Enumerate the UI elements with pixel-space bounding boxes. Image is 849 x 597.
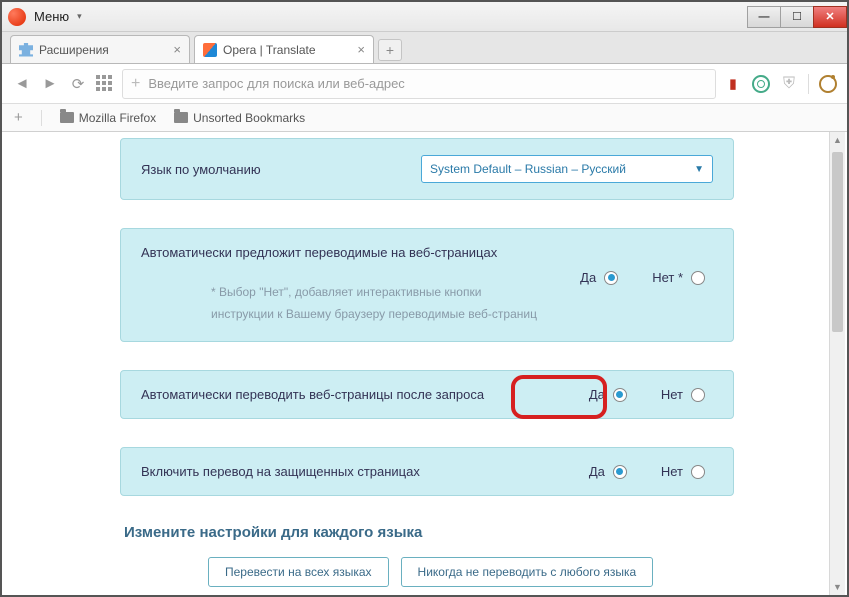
panel-secure-pages: Включить перевод на защищенных страницах…	[120, 447, 734, 496]
tab-label: Opera | Translate	[223, 43, 316, 57]
puzzle-icon	[19, 43, 33, 57]
radio-icon	[691, 271, 705, 285]
never-translate-button[interactable]: Никогда не переводить с любого языка	[401, 557, 654, 587]
chevron-down-icon: ▼	[694, 164, 704, 175]
add-bookmark-button[interactable]: +	[14, 109, 23, 126]
menu-label: Меню	[30, 9, 73, 24]
panel-auto-translate: Автоматически переводить веб-страницы по…	[120, 370, 734, 419]
toolbar-right-icons: ▮ ⛨	[724, 74, 837, 94]
close-button[interactable]	[813, 6, 847, 28]
globe-icon[interactable]	[752, 75, 770, 93]
radio-icon	[691, 465, 705, 479]
minimize-button[interactable]	[747, 6, 781, 28]
bookmarks-bar: + Mozilla Firefox Unsorted Bookmarks	[2, 104, 847, 132]
vertical-scrollbar[interactable]: ▲ ▼	[829, 132, 845, 595]
radio-label: Да	[580, 270, 596, 285]
page-content: Язык по умолчанию System Default – Russi…	[2, 132, 829, 595]
button-label: Никогда не переводить с любого языка	[418, 565, 637, 579]
secure-pages-label: Включить перевод на защищенных страницах	[141, 464, 420, 479]
opera-logo-icon	[8, 8, 26, 26]
translate-icon	[203, 43, 217, 57]
secure-pages-no[interactable]: Нет	[661, 464, 705, 479]
window-controls	[748, 6, 847, 28]
auto-suggest-note2: инструкции к Вашему браузеру переводимые…	[141, 304, 570, 326]
radio-label: Нет	[661, 387, 683, 402]
bookmark-icon[interactable]: ▮	[724, 75, 742, 93]
tab-extensions[interactable]: Расширения ×	[10, 35, 190, 63]
per-language-section-title: Измените настройки для каждого языка	[124, 524, 734, 541]
bookmark-folder-unsorted[interactable]: Unsorted Bookmarks	[174, 111, 305, 125]
radio-icon	[613, 465, 627, 479]
window-titlebar: Меню ▾	[2, 2, 847, 32]
auto-suggest-note1: * Выбор "Нет", добавляет интерактивные к…	[141, 282, 570, 304]
address-bar[interactable]: + Введите запрос для поиска или веб-адре…	[122, 69, 716, 99]
radio-icon	[691, 388, 705, 402]
panel-default-language: Язык по умолчанию System Default – Russi…	[120, 138, 734, 200]
translate-all-button[interactable]: Перевести на всех языках	[208, 557, 389, 587]
speed-dial-button[interactable]	[96, 75, 114, 93]
radio-label: Да	[589, 464, 605, 479]
address-placeholder: Введите запрос для поиска или веб-адрес	[148, 76, 404, 91]
auto-suggest-yes[interactable]: Да	[580, 270, 618, 285]
auto-suggest-label: Автоматически предложит переводимые на в…	[141, 245, 497, 260]
bookmark-label: Mozilla Firefox	[79, 111, 156, 125]
radio-icon	[613, 388, 627, 402]
auto-translate-label: Автоматически переводить веб-страницы по…	[141, 387, 484, 402]
scroll-up-icon[interactable]: ▲	[830, 132, 845, 148]
divider	[808, 74, 809, 94]
tab-translate[interactable]: Opera | Translate ×	[194, 35, 374, 63]
highlight-annotation	[511, 375, 607, 419]
auto-suggest-no[interactable]: Нет *	[652, 270, 705, 285]
tab-label: Расширения	[39, 43, 109, 57]
scroll-thumb[interactable]	[832, 152, 843, 332]
shield-icon[interactable]: ⛨	[780, 75, 798, 93]
toolbar: ◄ ► ⟳ + Введите запрос для поиска или ве…	[2, 64, 847, 104]
dropdown-value: System Default – Russian – Русский	[430, 162, 626, 176]
auto-translate-no[interactable]: Нет	[661, 387, 705, 402]
new-tab-button[interactable]: +	[378, 39, 402, 61]
button-label: Перевести на всех языках	[225, 565, 372, 579]
panel-auto-suggest: Автоматически предложит переводимые на в…	[120, 228, 734, 342]
default-language-dropdown[interactable]: System Default – Russian – Русский ▼	[421, 155, 713, 183]
folder-icon	[174, 112, 188, 123]
tab-bar: Расширения × Opera | Translate × +	[2, 32, 847, 64]
close-icon[interactable]: ×	[173, 42, 181, 57]
plus-icon: +	[131, 75, 140, 93]
profile-icon[interactable]	[819, 75, 837, 93]
scroll-down-icon[interactable]: ▼	[830, 579, 845, 595]
divider	[41, 110, 42, 126]
maximize-button[interactable]	[780, 6, 814, 28]
default-language-label: Язык по умолчанию	[141, 162, 261, 177]
menu-button[interactable]: Меню ▾	[8, 8, 82, 26]
folder-icon	[60, 112, 74, 123]
radio-label: Нет *	[652, 270, 683, 285]
radio-icon	[604, 271, 618, 285]
close-icon[interactable]: ×	[357, 42, 365, 57]
back-button[interactable]: ◄	[12, 74, 32, 94]
secure-pages-yes[interactable]: Да	[589, 464, 627, 479]
bookmark-folder-mozilla[interactable]: Mozilla Firefox	[60, 111, 156, 125]
forward-button[interactable]: ►	[40, 74, 60, 94]
bookmark-label: Unsorted Bookmarks	[193, 111, 305, 125]
chevron-down-icon: ▾	[77, 11, 82, 22]
reload-button[interactable]: ⟳	[68, 74, 88, 94]
radio-label: Нет	[661, 464, 683, 479]
